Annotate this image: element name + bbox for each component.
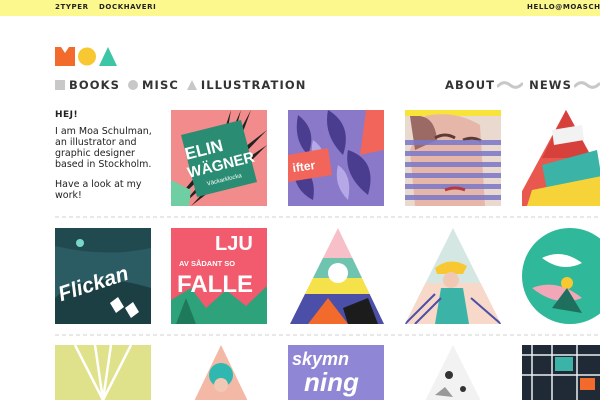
portfolio-tile-elin-wagner[interactable]: ELIN WÄGNER Väckarklocka (171, 110, 267, 206)
intro-text: HEJ! I am Moa Schulman, an illustrator a… (55, 110, 160, 210)
tile-text: skymn (292, 349, 349, 369)
nav-news-label: NEWS (529, 78, 572, 92)
portfolio-tile-ljus[interactable]: LJU AV SÅDANT SO FALLE (171, 228, 267, 324)
topbar-link-email[interactable]: HELLO@MOASCHULM (527, 3, 600, 11)
nav-books-label: BOOKS (69, 78, 121, 92)
intro-paragraph-1: I am Moa Schulman, an illustrator and gr… (55, 126, 152, 170)
nav-books[interactable]: BOOKS (55, 78, 120, 92)
intro-greeting: HEJ! (55, 110, 79, 120)
topbar-link-dockhaveri[interactable]: DOCKHAVERI (99, 3, 156, 11)
topbar-link-2typer[interactable]: 2TYPER (55, 3, 89, 11)
portfolio-tile-triangle-girl[interactable] (405, 228, 501, 324)
wave-divider-icon (573, 81, 600, 89)
nav-about[interactable]: ABOUT (445, 78, 495, 92)
portfolio-tile-map[interactable] (522, 345, 600, 400)
page-nav: ABOUT NEWS S (445, 78, 600, 92)
triangle-icon (186, 80, 197, 90)
portfolio-tile-flickan[interactable]: Flickan (55, 228, 151, 324)
portfolio-tile-leaves[interactable]: ifter (288, 110, 384, 206)
portfolio-tile-circle-garden[interactable] (522, 228, 600, 324)
portfolio-tile-skymning[interactable]: skymn ning (288, 345, 384, 400)
moa-logo[interactable] (55, 47, 119, 66)
nav-about-label: ABOUT (445, 78, 496, 92)
portfolio-tile-portrait[interactable] (405, 110, 501, 206)
tile-text-2: ning (304, 367, 359, 397)
wave-divider-icon (497, 81, 524, 89)
nav-news[interactable]: NEWS (529, 78, 572, 92)
tile-title-line-2: AV SÅDANT SO (179, 259, 235, 268)
circle-icon (128, 80, 139, 90)
portfolio-tile-triangle-sketch[interactable] (405, 345, 501, 400)
portfolio-tile-triangle-party[interactable] (288, 228, 384, 324)
nav-illustration[interactable]: ILLUSTRATION (186, 78, 307, 92)
tile-title-line-1: LJU (215, 233, 253, 255)
row-separator (55, 334, 600, 336)
portfolio-tile-triangle-teal-hair[interactable] (171, 345, 267, 400)
row-separator (55, 216, 600, 218)
nav-misc[interactable]: MISC (128, 78, 179, 92)
portfolio-tile-yellow-rays[interactable] (55, 345, 151, 400)
portfolio-tile-triangle-colors[interactable] (522, 110, 600, 206)
intro-paragraph-2: Have a look at my work! (55, 179, 142, 201)
square-icon (55, 80, 65, 90)
top-bar: 2TYPER DOCKHAVERI HELLO@MOASCHULM (0, 0, 600, 16)
nav-misc-label: MISC (142, 78, 179, 92)
nav-illustration-label: ILLUSTRATION (200, 78, 307, 92)
tile-title-line-3: FALLE (177, 271, 253, 298)
category-nav: BOOKS MISC ILLUSTRATION (55, 78, 314, 92)
